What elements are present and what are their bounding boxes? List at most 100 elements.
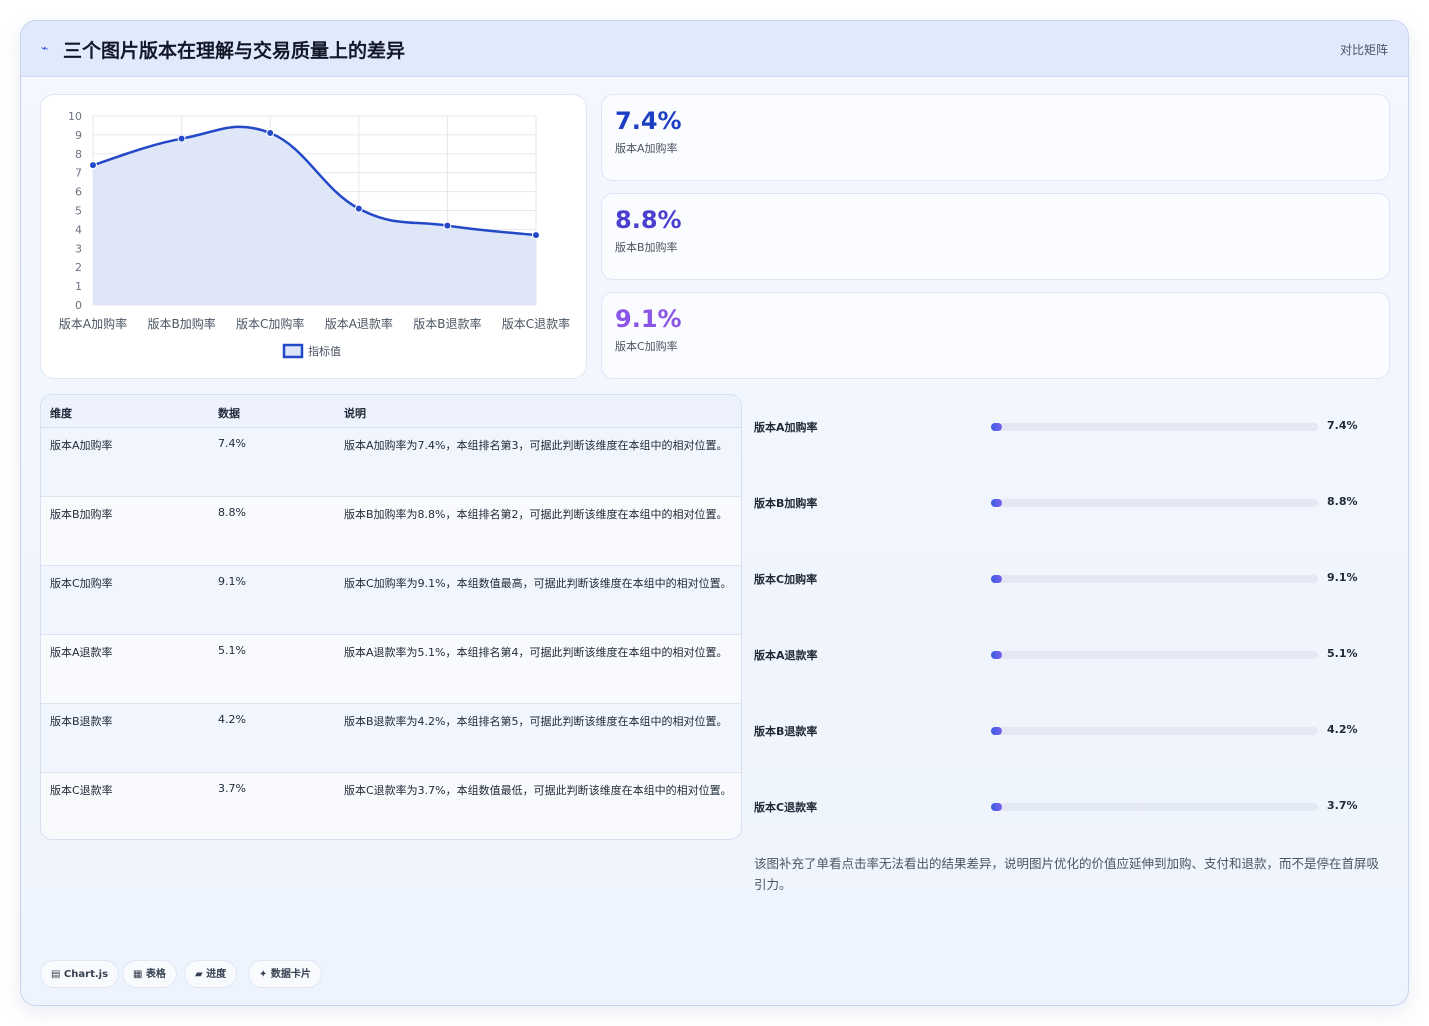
- x-tick-label: 版本C加购率: [236, 316, 304, 331]
- progress-fill: [991, 499, 1002, 507]
- cell-data: 4.2%: [218, 713, 246, 726]
- cell-dimension: 版本B加购率: [50, 508, 113, 521]
- progress-row: 版本A退款率 5.1%: [754, 645, 1394, 665]
- stat-value: 9.1%: [615, 305, 682, 333]
- data-point: [532, 231, 540, 240]
- cell-dimension: 版本C加购率: [50, 577, 113, 590]
- progress-fill: [991, 651, 1002, 659]
- progress-track: [991, 423, 1318, 431]
- progress-row: 版本B加购率 8.8%: [754, 493, 1394, 513]
- cell-data: 7.4%: [218, 437, 246, 450]
- progress-value: 5.1%: [1327, 647, 1358, 660]
- chip-progress[interactable]: ▰ 进度: [184, 960, 238, 988]
- y-tick-label: 1: [75, 280, 82, 293]
- cell-description: 版本C退款率为3.7%，本组数值最低，可据此判断该维度在本组中的相对位置。: [344, 784, 732, 797]
- cell-dimension: 版本A退款率: [50, 646, 113, 659]
- y-tick-label: 3: [75, 242, 82, 255]
- stat-label: 版本C加购率: [615, 340, 678, 353]
- cell-dimension: 版本C退款率: [50, 784, 113, 797]
- logo-icon: ⌁: [41, 41, 49, 55]
- data-point: [89, 161, 97, 170]
- view-badge[interactable]: 对比矩阵: [1340, 41, 1388, 58]
- stat-label: 版本A加购率: [615, 142, 678, 155]
- progress-row: 版本B退款率 4.2%: [754, 721, 1394, 741]
- data-point: [443, 221, 452, 230]
- data-table: 维度 数据 说明 版本A加购率 7.4% 版本A加购率为7.4%，本组排名第3，可据…: [40, 394, 742, 840]
- header: ⌁ 三个图片版本在理解与交易质量上的差异 对比矩阵: [21, 21, 1408, 77]
- stat-card-c: 9.1% 版本C加购率: [601, 292, 1390, 379]
- column-header-description: 说明: [344, 407, 366, 420]
- table-row: 版本C退款率 3.7% 版本C退款率为3.7%，本组数值最低，可据此判断该维度在本组…: [41, 773, 741, 839]
- dashboard-frame: ⌁ 三个图片版本在理解与交易质量上的差异 对比矩阵 0 1 2 3 4 5 6 7 8 9 10 版本…: [20, 20, 1409, 1006]
- cell-dimension: 版本B退款率: [50, 715, 113, 728]
- table-row: 版本B加购率 8.8% 版本B加购率为8.8%，本组排名第2，可据此判断该维度在本组…: [41, 497, 741, 566]
- x-tick-label: 版本C退款率: [502, 316, 570, 331]
- progress-track: [991, 651, 1318, 659]
- progress-fill: [991, 727, 1002, 735]
- cell-data: 9.1%: [218, 575, 246, 588]
- progress-fill: [991, 803, 1002, 811]
- progress-value: 9.1%: [1327, 571, 1358, 584]
- progress-track: [991, 575, 1318, 583]
- y-tick-label: 8: [75, 148, 82, 161]
- data-point: [354, 204, 363, 213]
- column-header-dimension: 维度: [50, 407, 72, 420]
- progress-value: 8.8%: [1327, 495, 1358, 508]
- chip-table[interactable]: ▦ 表格: [122, 960, 177, 988]
- legend-label: 指标值: [308, 344, 341, 358]
- y-tick-label: 9: [75, 129, 82, 142]
- progress-label: 版本B加购率: [754, 497, 818, 510]
- progress-fill: [991, 423, 1002, 431]
- progress-track: [991, 499, 1318, 507]
- x-tick-label: 版本B退款率: [413, 316, 481, 331]
- progress-track: [991, 727, 1318, 735]
- data-point: [266, 129, 275, 138]
- progress-row: 版本C加购率 9.1%: [754, 569, 1394, 589]
- x-tick-label: 版本B加购率: [147, 316, 215, 331]
- chip-chartjs[interactable]: ▤ Chart.js: [40, 960, 120, 988]
- stat-value: 8.8%: [615, 206, 682, 234]
- progress-label: 版本C退款率: [754, 801, 818, 814]
- y-tick-label: 0: [75, 299, 82, 312]
- x-tick-label: 版本A加购率: [59, 316, 127, 331]
- chip-data-card[interactable]: ✦ 数据卡片: [248, 960, 322, 988]
- progress-label: 版本B退款率: [754, 725, 818, 738]
- progress-label: 版本A退款率: [754, 649, 818, 662]
- cell-dimension: 版本A加购率: [50, 439, 113, 452]
- stat-value: 7.4%: [615, 107, 682, 135]
- progress-track: [991, 803, 1318, 811]
- page-title: 三个图片版本在理解与交易质量上的差异: [63, 40, 406, 62]
- table-row: 版本C加购率 9.1% 版本C加购率为9.1%，本组数值最高，可据此判断该维度在本组…: [41, 566, 741, 635]
- table-row: 版本B退款率 4.2% 版本B退款率为4.2%，本组排名第5，可据此判断该维度在本组…: [41, 704, 741, 773]
- cell-data: 5.1%: [218, 644, 246, 657]
- progress-value: 3.7%: [1327, 799, 1358, 812]
- line-chart: 0 1 2 3 4 5 6 7 8 9 10 版本A加购率 版本B加购率 版本C加购率 版本A退款率 版本B退…: [59, 110, 570, 359]
- table-row: 版本A加购率 7.4% 版本A加购率为7.4%，本组排名第3，可据此判断该维度在本组…: [41, 428, 741, 497]
- y-tick-label: 6: [75, 186, 82, 199]
- stat-label: 版本B加购率: [615, 241, 678, 254]
- data-point: [177, 134, 186, 143]
- y-tick-label: 5: [75, 205, 82, 218]
- cell-data: 8.8%: [218, 506, 246, 519]
- x-tick-label: 版本A退款率: [325, 316, 393, 331]
- y-tick-label: 4: [75, 223, 82, 236]
- cell-description: 版本A退款率为5.1%，本组排名第4，可据此判断该维度在本组中的相对位置。: [344, 646, 728, 659]
- y-tick-label: 2: [75, 261, 82, 274]
- stat-card-a: 7.4% 版本A加购率: [601, 94, 1390, 181]
- progress-value: 4.2%: [1327, 723, 1358, 736]
- line-chart-card: 0 1 2 3 4 5 6 7 8 9 10 版本A加购率 版本B加购率 版本C加购率 版本A退款率 版本B退…: [40, 94, 587, 379]
- summary-note: 该图补充了单看点击率无法看出的结果差异，说明图片优化的价值应延伸到加购、支付和退…: [754, 856, 1380, 892]
- cell-description: 版本A加购率为7.4%，本组排名第3，可据此判断该维度在本组中的相对位置。: [344, 439, 728, 452]
- cell-description: 版本B退款率为4.2%，本组排名第5，可据此判断该维度在本组中的相对位置。: [344, 715, 728, 728]
- cell-description: 版本B加购率为8.8%，本组排名第2，可据此判断该维度在本组中的相对位置。: [344, 508, 728, 521]
- progress-row: 版本A加购率 7.4%: [754, 417, 1394, 437]
- column-header-data: 数据: [218, 407, 240, 420]
- cell-data: 3.7%: [218, 782, 246, 795]
- y-tick-label: 7: [75, 167, 82, 180]
- stat-card-b: 8.8% 版本B加购率: [601, 193, 1390, 280]
- progress-label: 版本C加购率: [754, 573, 818, 586]
- progress-row: 版本C退款率 3.7%: [754, 797, 1394, 817]
- progress-value: 7.4%: [1327, 419, 1358, 432]
- y-tick-label: 10: [68, 110, 82, 123]
- cell-description: 版本C加购率为9.1%，本组数值最高，可据此判断该维度在本组中的相对位置。: [344, 577, 732, 590]
